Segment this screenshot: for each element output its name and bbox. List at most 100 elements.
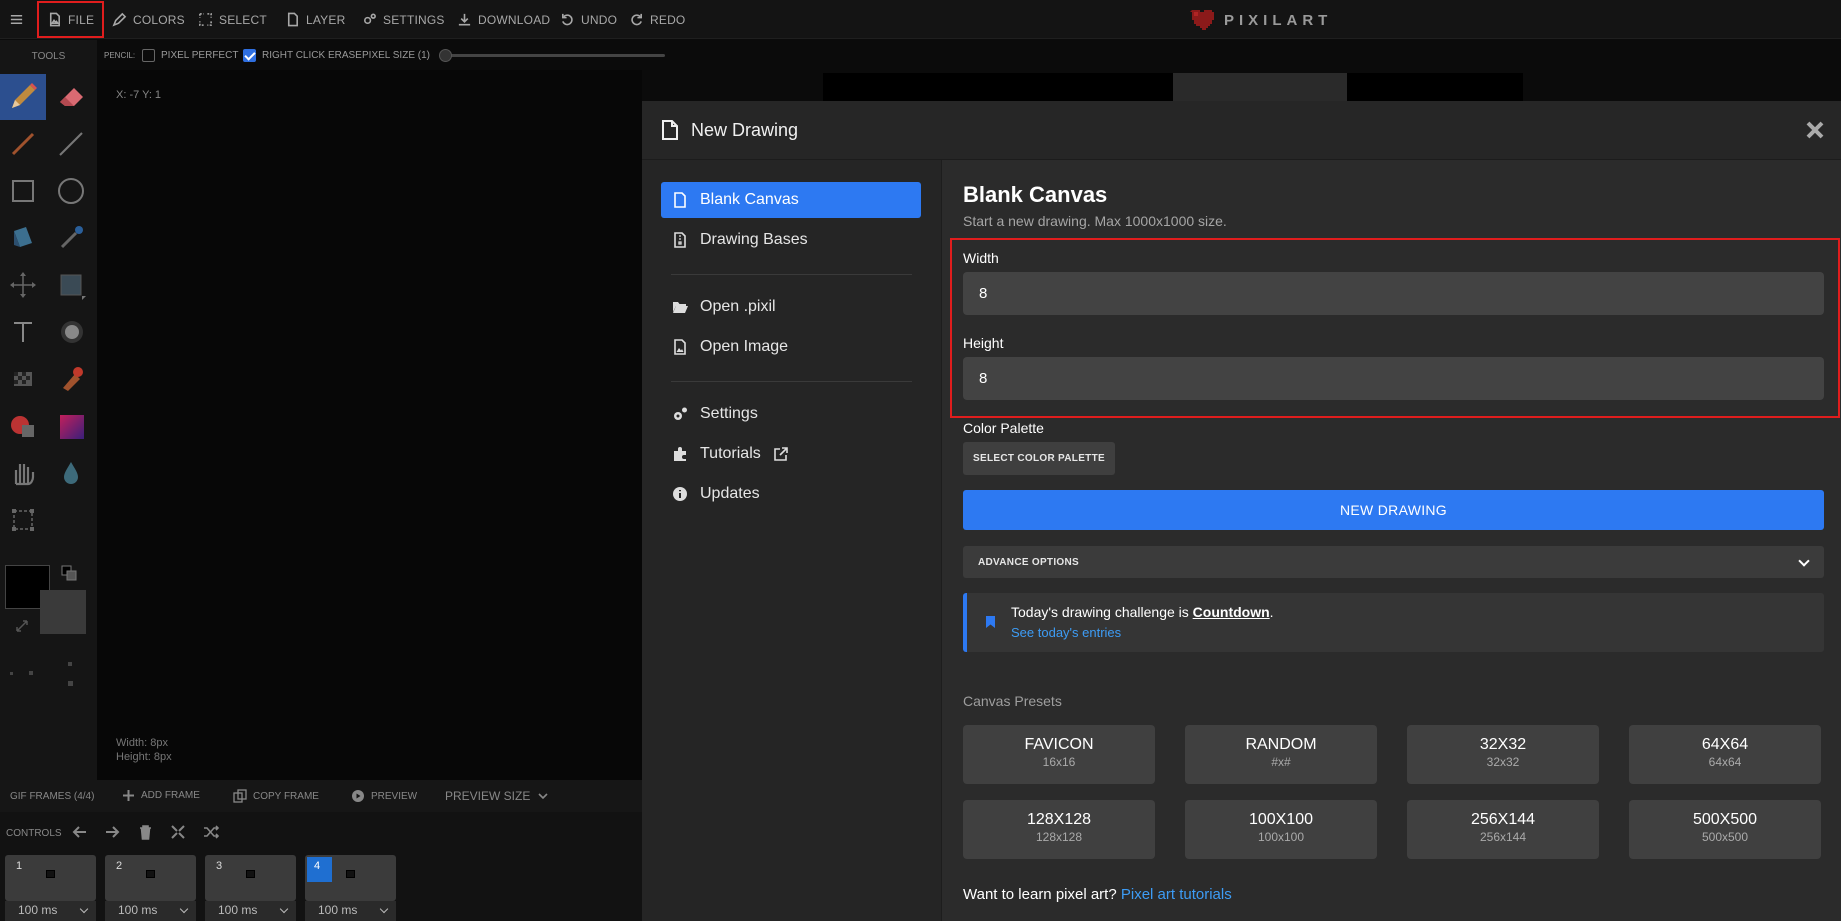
- nav-tutorials[interactable]: Tutorials: [661, 436, 921, 472]
- text-tool[interactable]: [0, 309, 46, 355]
- settings-menu-button[interactable]: SETTINGS: [362, 0, 445, 39]
- arrow-left-icon[interactable]: [72, 824, 88, 840]
- preset-favicon[interactable]: FAVICON 16x16: [963, 725, 1155, 784]
- eraser-icon: [60, 88, 83, 106]
- hand-icon: [14, 464, 35, 486]
- color-replace-tool[interactable]: [0, 403, 46, 449]
- shade-tool[interactable]: [48, 262, 94, 308]
- preset-32x32[interactable]: 32X32 32x32: [1407, 725, 1599, 784]
- pixel-perfect-toggle[interactable]: PIXEL PERFECT: [142, 48, 238, 62]
- trash-icon[interactable]: [138, 824, 153, 840]
- pattern-tool[interactable]: [0, 356, 46, 402]
- undo-button[interactable]: UNDO: [560, 0, 617, 39]
- rectangle-tool[interactable]: [0, 168, 46, 214]
- info-circle-icon: [673, 487, 687, 501]
- gif-frames-label: GIF FRAMES (4/4): [10, 791, 95, 802]
- file-menu-button[interactable]: FILE: [36, 1, 105, 38]
- layer-menu-button[interactable]: LAYER: [285, 0, 345, 39]
- circle-tool[interactable]: [48, 168, 94, 214]
- external-link-icon: [773, 447, 788, 461]
- select-menu-button[interactable]: SELECT: [198, 0, 267, 39]
- preview-size-dropdown[interactable]: PREVIEW SIZE: [445, 789, 548, 803]
- stamp-tool[interactable]: [48, 356, 94, 402]
- gears-icon: [364, 13, 376, 25]
- preset-256x144[interactable]: 256X144 256x144: [1407, 800, 1599, 859]
- pencil-icon: [12, 83, 37, 108]
- new-drawing-button[interactable]: NEW DRAWING: [963, 490, 1824, 530]
- nav-updates[interactable]: Updates: [661, 476, 921, 512]
- pan-tool[interactable]: [0, 450, 46, 496]
- nav-open-pixil-label: Open .pixil: [700, 298, 776, 315]
- right-click-erase-toggle[interactable]: RIGHT CLICK ERASE: [243, 48, 362, 62]
- frame-duration-select-3[interactable]: 100 ms: [205, 901, 296, 921]
- hamburger-menu-button[interactable]: [9, 0, 24, 39]
- nav-blank-canvas[interactable]: Blank Canvas: [661, 182, 921, 218]
- frame-preview: [246, 870, 255, 878]
- pixel-size-slider-thumb[interactable]: [439, 49, 452, 62]
- frame-thumbnail-2[interactable]: 2: [105, 855, 196, 901]
- select-color-palette-button[interactable]: SELECT COLOR PALETTE: [963, 442, 1115, 475]
- pencil-tool[interactable]: [0, 74, 46, 120]
- eyedropper-tool[interactable]: [48, 215, 94, 261]
- frame-thumbnail-1[interactable]: 1: [5, 855, 96, 901]
- gif-frames-bar: GIF FRAMES (4/4) ADD FRAME COPY FRAME PR…: [0, 780, 642, 812]
- frame-thumbnail-4[interactable]: 4: [305, 855, 396, 901]
- chevron-down-icon: [538, 793, 548, 800]
- frame-duration-select-2[interactable]: 100 ms: [105, 901, 196, 921]
- arrow-right-icon[interactable]: [104, 824, 120, 840]
- nav-open-image[interactable]: Open Image: [661, 329, 921, 365]
- challenge-word-link[interactable]: Countdown: [1193, 604, 1270, 620]
- right-click-erase-checkbox[interactable]: [243, 48, 256, 62]
- stamp-icon: [63, 367, 83, 391]
- gradient-tool[interactable]: [48, 403, 94, 449]
- download-menu-button[interactable]: DOWNLOAD: [457, 0, 550, 39]
- pixel-art-tutorials-link[interactable]: Pixel art tutorials: [1121, 886, 1232, 903]
- nav-open-pixil[interactable]: Open .pixil: [661, 289, 921, 325]
- daily-challenge-banner: Today's drawing challenge is Countdown. …: [963, 593, 1824, 652]
- panel-subtitle: Start a new drawing. Max 1000x1000 size.: [963, 213, 1227, 229]
- see-entries-link[interactable]: See today's entries: [1011, 625, 1121, 640]
- drawing-canvas-area[interactable]: X: -7 Y: 1 Width: 8px Height: 8px: [97, 70, 642, 780]
- preset-name: 128X128: [1026, 811, 1092, 828]
- redo-button[interactable]: REDO: [629, 0, 685, 39]
- preset-100x100[interactable]: 100X100 100x100: [1185, 800, 1377, 859]
- nav-settings[interactable]: Settings: [661, 396, 921, 432]
- advance-options-toggle[interactable]: ADVANCE OPTIONS: [963, 546, 1824, 578]
- dither-tool[interactable]: [48, 309, 94, 355]
- collapse-icon[interactable]: [170, 824, 186, 840]
- preset-64x64[interactable]: 64X64 64x64: [1629, 725, 1821, 784]
- brush-tool[interactable]: [0, 121, 46, 167]
- add-frame-button[interactable]: ADD FRAME: [122, 789, 200, 802]
- select-icon: [199, 13, 212, 26]
- preset-128x128[interactable]: 128X128 128x128: [963, 800, 1155, 859]
- crop-tool[interactable]: [0, 497, 46, 543]
- fill-bucket-tool[interactable]: [0, 215, 46, 261]
- pixel-perfect-checkbox[interactable]: [142, 48, 155, 62]
- height-input[interactable]: [963, 357, 1824, 400]
- chevron-down-icon: [1798, 555, 1810, 567]
- shuffle-icon[interactable]: [203, 824, 219, 840]
- frame-thumbnail-3[interactable]: 3: [205, 855, 296, 901]
- colors-menu-button[interactable]: COLORS: [112, 0, 185, 39]
- width-input[interactable]: [963, 272, 1824, 315]
- move-tool[interactable]: [0, 262, 46, 308]
- preview-button[interactable]: PREVIEW: [351, 789, 417, 803]
- file-image-icon: [674, 339, 686, 355]
- line-icon: [59, 132, 83, 156]
- frame-duration-select-1[interactable]: 100 ms: [5, 901, 96, 921]
- close-icon[interactable]: [1805, 120, 1825, 140]
- pixilart-logo[interactable]: PIXILART: [1188, 8, 1332, 32]
- secondary-color-swatch[interactable]: [40, 590, 86, 634]
- pixel-size-slider[interactable]: [445, 54, 665, 57]
- copy-frame-button[interactable]: COPY FRAME: [233, 789, 319, 803]
- frame-duration-select-4[interactable]: 100 ms: [305, 901, 396, 921]
- preset-random[interactable]: RANDOM #x#: [1185, 725, 1377, 784]
- nav-drawing-bases[interactable]: Drawing Bases: [661, 222, 921, 258]
- line-tool[interactable]: [48, 121, 94, 167]
- swap-colors-icon[interactable]: [61, 565, 77, 581]
- preset-500x500[interactable]: 500X500 500x500: [1629, 800, 1821, 859]
- preset-dims: #x#: [1271, 755, 1291, 769]
- brush-size-dots[interactable]: [8, 660, 78, 690]
- eraser-tool[interactable]: [48, 74, 94, 120]
- lighten-tool[interactable]: [48, 450, 94, 496]
